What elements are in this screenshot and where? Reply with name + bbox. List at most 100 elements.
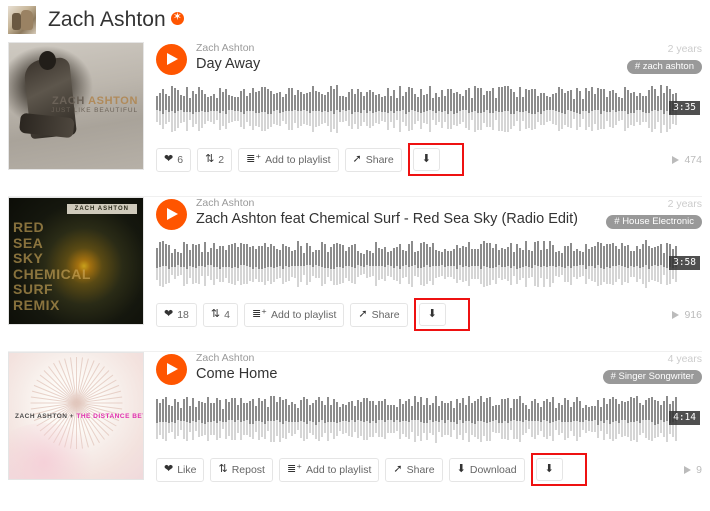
genre-tag[interactable]: # zach ashton [626, 60, 702, 74]
track-body: Zach Ashton Day Away 2 years # zach asht… [144, 42, 702, 176]
play-count-value: 916 [684, 308, 702, 321]
pro-badge-icon [170, 9, 184, 25]
track-artwork[interactable]: ZACH ASHTON + THE DISTANCE BETWEEN US [8, 352, 144, 480]
download-icon-button[interactable]: ⬇ [412, 148, 440, 171]
share-label: Share [406, 463, 435, 476]
share-button[interactable]: ➚ Share [350, 302, 408, 327]
track-body: Zach Ashton Zach Ashton feat Chemical Su… [144, 197, 702, 331]
like-button[interactable]: ❤ Like [156, 457, 205, 482]
download-highlight-box: ⬇ [530, 453, 587, 486]
track-time-ago: 4 years [667, 353, 702, 365]
waveform[interactable]: 3:35 [156, 83, 702, 135]
like-button[interactable]: ❤ 6 [156, 147, 192, 172]
track-time-ago: 2 years [667, 43, 702, 55]
heart-icon: ❤ [164, 308, 174, 320]
track-artwork[interactable]: ZACH ASHTON RED SEA SKY CHEMICAL SURF REMIX [8, 197, 144, 325]
play-count-value: 9 [696, 463, 702, 476]
track-list: ZACH ASHTON JUST LIKE BEAUTIFUL Zach Ash… [0, 42, 710, 496]
add-to-playlist-label: Add to playlist [306, 463, 372, 476]
heart-icon: ❤ [164, 153, 174, 165]
track-title[interactable]: Zach Ashton feat Chemical Surf - Red Sea… [196, 210, 598, 229]
artwork-artist-tag: ZACH ASHTON [66, 204, 137, 214]
repost-label: Repost [231, 463, 265, 476]
add-to-playlist-button[interactable]: ≣⁺ Add to playlist [238, 147, 339, 172]
track-uploader[interactable]: Zach Ashton [196, 352, 595, 365]
like-count: 6 [177, 153, 184, 166]
track-uploader[interactable]: Zach Ashton [196, 197, 598, 210]
like-label: Like [177, 463, 197, 476]
waveform-bars[interactable] [156, 83, 702, 135]
avatar[interactable] [8, 6, 36, 34]
repost-icon: ⇅ [210, 308, 221, 320]
play-button[interactable] [156, 44, 187, 75]
repost-button[interactable]: ⇅ Repost [210, 457, 273, 482]
track-actions: ❤ Like ⇅ Repost ≣⁺ Add to playlist ➚ Sha… [156, 453, 702, 486]
repost-count: 4 [224, 308, 230, 321]
play-count-icon [672, 155, 680, 164]
artwork-glow [9, 423, 99, 479]
track-title-block: Zach Ashton Zach Ashton feat Chemical Su… [196, 197, 598, 229]
play-count: 916 [672, 309, 702, 321]
track-row: ZACH ASHTON + THE DISTANCE BETWEEN US Za… [8, 352, 702, 496]
repost-icon: ⇅ [218, 463, 228, 475]
add-to-playlist-label: Add to playlist [271, 308, 337, 321]
repost-count: 2 [218, 153, 225, 166]
waveform[interactable]: 3:58 [156, 238, 702, 290]
track-title[interactable]: Come Home [196, 365, 595, 384]
track-body: Zach Ashton Come Home 4 years # Singer S… [144, 352, 702, 486]
track-time-ago: 2 years [667, 198, 702, 210]
track-row: ZACH ASHTON RED SEA SKY CHEMICAL SURF REMIX Z… [8, 197, 702, 341]
track-header: Zach Ashton Zach Ashton feat Chemical Su… [156, 197, 702, 230]
playlist-add-icon: ≣⁺ [286, 463, 303, 475]
play-count: 9 [684, 464, 702, 476]
play-count-icon [684, 465, 692, 474]
repost-icon: ⇅ [205, 153, 215, 165]
genre-tag[interactable]: # Singer Songwriter [602, 370, 702, 384]
heart-icon: ❤ [164, 463, 174, 475]
track-artwork[interactable]: ZACH ASHTON JUST LIKE BEAUTIFUL [8, 42, 144, 170]
waveform-bars[interactable] [156, 393, 702, 445]
like-count: 18 [177, 308, 189, 321]
track-uploader[interactable]: Zach Ashton [196, 42, 619, 55]
artwork-title-line2: JUST LIKE BEAUTIFUL [51, 107, 138, 114]
download-highlight-box: ⬇ [407, 143, 464, 176]
page-title: Zach Ashton [48, 8, 166, 31]
track-meta: 2 years # House Electronic [598, 197, 702, 229]
track-title-block: Zach Ashton Come Home [196, 352, 595, 384]
download-icon: ⬇ [421, 153, 431, 165]
repost-button[interactable]: ⇅ 2 [197, 147, 233, 172]
add-to-playlist-label: Add to playlist [265, 153, 331, 166]
add-to-playlist-button[interactable]: ≣⁺ Add to playlist [278, 457, 380, 482]
track-actions: ❤ 18 ⇅ 4 ≣⁺ Add to playlist ➚ Share ⬇ 91… [156, 298, 702, 331]
download-icon-button[interactable]: ⬇ [418, 303, 446, 326]
download-icon-button[interactable]: ⬇ [535, 458, 563, 481]
share-button[interactable]: ➚ Share [385, 457, 443, 482]
add-to-playlist-button[interactable]: ≣⁺ Add to playlist [243, 302, 345, 327]
waveform[interactable]: 4:14 [156, 393, 702, 445]
waveform-bars[interactable] [156, 238, 702, 290]
download-highlight-box: ⬇ [413, 298, 470, 331]
profile-header: Zach Ashton [0, 0, 710, 42]
track-meta: 2 years # zach ashton [619, 42, 702, 74]
track-meta: 4 years # Singer Songwriter [595, 352, 702, 384]
play-count-icon [672, 310, 680, 319]
artwork-title: RED SEA SKY CHEMICAL SURF REMIX [13, 219, 91, 313]
share-icon: ➚ [352, 153, 362, 165]
track-row: ZACH ASHTON JUST LIKE BEAUTIFUL Zach Ash… [8, 42, 702, 186]
track-title[interactable]: Day Away [196, 55, 619, 74]
track-duration: 3:58 [669, 256, 700, 270]
download-icon: ⬇ [456, 463, 466, 475]
genre-tag[interactable]: # House Electronic [606, 215, 702, 229]
playlist-add-icon: ≣⁺ [246, 153, 262, 165]
like-button[interactable]: ❤ 18 [156, 302, 197, 327]
play-button[interactable] [156, 354, 187, 385]
track-header: Zach Ashton Day Away 2 years # zach asht… [156, 42, 702, 75]
repost-button[interactable]: ⇅ 4 [202, 302, 238, 327]
play-button[interactable] [156, 199, 187, 230]
track-header: Zach Ashton Come Home 4 years # Singer S… [156, 352, 702, 385]
download-button[interactable]: ⬇ Download [448, 457, 525, 482]
share-label: Share [371, 308, 400, 321]
play-count-value: 474 [684, 153, 702, 166]
track-title-block: Zach Ashton Day Away [196, 42, 619, 74]
share-button[interactable]: ➚ Share [344, 147, 402, 172]
